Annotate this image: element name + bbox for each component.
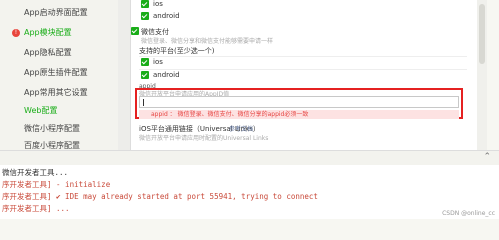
console-output: 微信开发者工具... 序开发者工具] - initialize 序开发者工具] … [0, 165, 499, 219]
sidebar-item-app-other-settings[interactable]: App常用其它设置 [0, 84, 118, 102]
sidebar-item-label: App隐私配置 [24, 48, 72, 57]
ios-checkbox-top[interactable] [141, 0, 149, 8]
sidebar-item-app-native-plugins[interactable]: App原生插件配置 [0, 64, 118, 82]
ios-checkbox[interactable] [141, 58, 149, 66]
sidebar-item-label: App原生插件配置 [24, 68, 88, 77]
chevron-up-icon[interactable]: ⌃ [483, 152, 491, 162]
sidebar: App启动界面配置 ! App模块配置 App隐私配置 App原生插件配置 Ap… [0, 0, 119, 150]
platforms-label: 支持的平台(至少选一个) [139, 47, 215, 55]
ios-label-top: ios [153, 0, 163, 8]
console-line: 序开发者工具] ... [2, 204, 70, 213]
sidebar-item-wechat-mp[interactable]: 微信小程序配置 [0, 120, 118, 138]
sidebar-item-label: 微信小程序配置 [24, 124, 80, 133]
sidebar-item-label: App模块配置 [24, 28, 72, 37]
settings-scrollbar[interactable] [477, 0, 487, 150]
settings-panel: ios android 微信支付 微信登录、微信分享和微信支付能够需要申请一样 … [131, 0, 477, 150]
console-line: 序开发者工具] ✔ IDE may already started at por… [2, 192, 318, 201]
console-line: 微信开发者工具... [2, 168, 69, 177]
watermark: CSDN @online_cc [442, 210, 495, 217]
ios-label: ios [153, 58, 163, 66]
android-checkbox[interactable] [141, 71, 149, 79]
sidebar-item-label: App启动界面配置 [24, 8, 88, 17]
divider [139, 69, 467, 82]
sidebar-item-app-privacy[interactable]: App隐私配置 [0, 44, 118, 62]
android-label: android [153, 71, 180, 79]
wechat-pay-checkbox[interactable] [131, 27, 139, 35]
sidebar-item-app-modules[interactable]: ! App模块配置 [0, 24, 118, 42]
sidebar-item-label: App常用其它设置 [24, 88, 88, 97]
sidebar-item-label: 百度小程序配置 [24, 141, 80, 150]
console-line: 序开发者工具] - initialize [2, 180, 111, 189]
wechat-pay-desc: 微信登录、微信分享和微信支付能够需要申请一样 [141, 38, 274, 45]
reference-doc-link[interactable]: 参考文档 [229, 124, 253, 133]
console-toolbar: ⌃ [0, 150, 499, 166]
appid-error-message: appid ： 微信登录、微信支付、微信分享的appid必须一致 [139, 110, 459, 119]
text-caret [143, 99, 144, 106]
sidebar-item-label: Web配置 [24, 106, 58, 115]
warning-icon: ! [12, 29, 20, 37]
sidebar-item-web-config[interactable]: Web配置 [0, 102, 118, 120]
android-checkbox-top[interactable] [141, 12, 149, 20]
android-label-top: android [153, 12, 180, 20]
universal-links-desc: 微信开放平台申请应用时配置的Universal Links [139, 135, 269, 142]
sidebar-item-app-launch[interactable]: App启动界面配置 [0, 4, 118, 22]
appid-input[interactable] [139, 96, 459, 108]
scrollbar-thumb[interactable] [479, 4, 485, 64]
divider [139, 56, 467, 69]
sidebar-scrollbar[interactable] [118, 0, 131, 150]
